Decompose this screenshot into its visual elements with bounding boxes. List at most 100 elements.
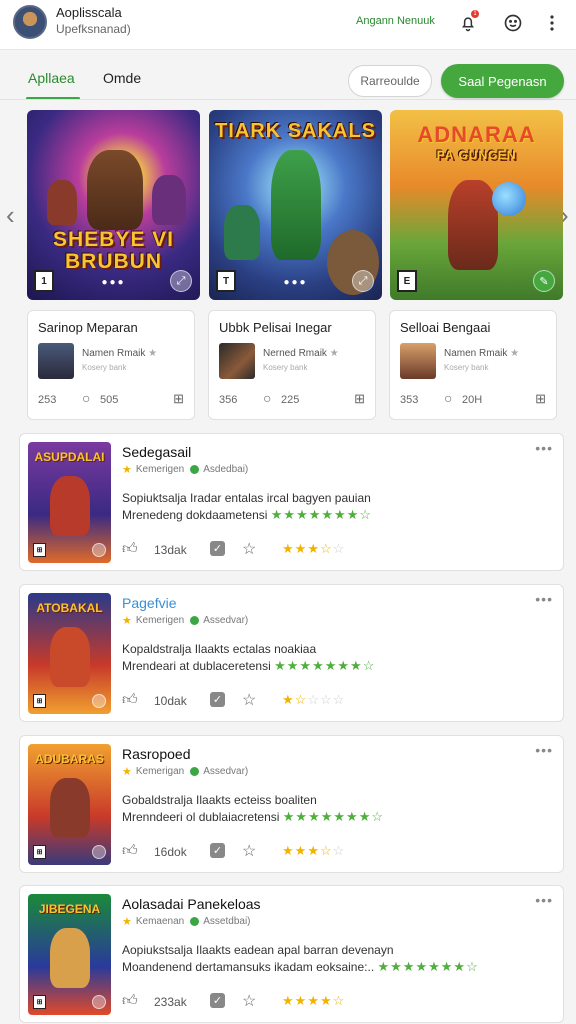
header-link[interactable]: Angann Nenuuk xyxy=(356,15,435,27)
comment-count: 505 xyxy=(100,394,119,406)
featured-image-3[interactable]: ADNARAA PA GUNCEN E ✎ xyxy=(390,110,563,300)
game-thumbnail[interactable]: ADUBARAS ⊞ xyxy=(28,744,111,865)
description-line: Aopiukstsalja Ilaakts eadean apal barran… xyxy=(122,943,394,957)
checkbox-icon[interactable]: ✓ xyxy=(210,843,225,858)
thumb-title: ATOBAKAL xyxy=(36,601,103,615)
avatar[interactable] xyxy=(13,5,47,39)
more-options-icon[interactable]: ••• xyxy=(535,892,553,908)
age-rating-badge: ⊞ xyxy=(33,995,46,1009)
expand-icon[interactable] xyxy=(92,543,106,557)
action-row: 👍︎ 10dak ✓ ☆ ★☆☆☆☆ xyxy=(122,691,562,711)
comment-icon[interactable]: ○ xyxy=(82,390,90,406)
checkbox-icon[interactable]: ✓ xyxy=(210,541,225,556)
game-title[interactable]: Pagefvie xyxy=(122,595,176,611)
comment-icon[interactable]: ○ xyxy=(444,390,452,406)
age-rating-badge: ⊞ xyxy=(33,694,46,708)
star-rating: ★☆☆☆☆ xyxy=(282,692,346,707)
action-row: 👍︎ 13dak ✓ ☆ ★★★☆☆ xyxy=(122,540,562,560)
game-thumbnail[interactable]: ASUPDALAI ⊞ xyxy=(28,442,111,563)
thumbs-up-icon[interactable]: 👍︎ xyxy=(122,842,138,860)
expand-icon[interactable] xyxy=(92,995,106,1009)
game-meta: ★ Kemerigen Assedvar) xyxy=(122,614,248,627)
meta-b: Asdedbai) xyxy=(203,464,249,475)
age-rating-badge: E xyxy=(397,270,417,292)
meta-b: Assedvar) xyxy=(203,615,249,626)
secondary-button[interactable]: Rarreoulde xyxy=(348,65,432,97)
expand-icon[interactable] xyxy=(92,694,106,708)
status-dot xyxy=(190,616,200,625)
age-rating-badge: T xyxy=(216,270,236,292)
developer-thumb xyxy=(38,343,74,379)
description-line: Sopiuktsalja Iradar entalas ircal bagyen… xyxy=(122,491,371,505)
thumb-title: ADUBARAS xyxy=(35,752,104,766)
game-title[interactable]: Sedegasail xyxy=(122,444,191,460)
game-thumbnail[interactable]: ATOBAKAL ⊞ xyxy=(28,593,111,714)
comment-count: 20H xyxy=(462,394,483,406)
list-item[interactable]: ADUBARAS ⊞ Rasropoed ★ Kemerigan Assedvar) Gob… xyxy=(19,735,564,873)
action-row: 👍︎ 16dok ✓ ☆ ★★★☆☆ xyxy=(122,842,562,862)
green-rating: ★★★★★★★☆ xyxy=(282,809,385,824)
game-meta: ★ Kemaenan Assetdbai) xyxy=(122,915,251,928)
star-icon: ★ xyxy=(122,916,132,928)
featured-card-3[interactable]: Selloai Bengaai Namen Rmaik ★ Kosery ban… xyxy=(389,310,557,420)
list-item[interactable]: ATOBAKAL ⊞ Pagefvie ★ Kemerigen Assedvar) Kopa… xyxy=(19,584,564,722)
game-thumbnail[interactable]: JIBEGENA ⊞ xyxy=(28,894,111,1015)
developer-sub: Kosery bank xyxy=(82,363,127,372)
art-title: TIARK SAKALS xyxy=(215,120,376,142)
featured-image-2[interactable]: TIARK SAKALS T ●●● ⤢ xyxy=(209,110,382,300)
primary-button[interactable]: Saal Pegenasn xyxy=(441,64,564,98)
checkbox-icon[interactable]: ✓ xyxy=(210,692,225,707)
more-options-icon[interactable]: ••• xyxy=(535,742,553,758)
more-options-icon[interactable]: ••• xyxy=(535,591,553,607)
meta-a: Kemerigen xyxy=(135,615,185,626)
comment-icon[interactable]: ○ xyxy=(263,390,271,406)
favorite-icon[interactable]: ☆ xyxy=(242,690,256,710)
bookmark-icon[interactable]: ⊞ xyxy=(535,391,546,407)
like-count: 16dok xyxy=(154,845,187,859)
comment-count: 225 xyxy=(281,394,300,406)
description-line: Kopaldstralja Ilaakts ectalas noakiaa xyxy=(122,642,317,656)
developer-sub: Kosery bank xyxy=(263,363,308,372)
description-line: Gobaldstralja Ilaakts ecteiss boaliten xyxy=(122,793,317,807)
developer-thumb xyxy=(400,343,436,379)
meta-a: Kemerigan xyxy=(135,766,185,777)
thumbs-up-icon[interactable]: 👍︎ xyxy=(122,540,138,558)
featured-card-2[interactable]: Ubbk Pelisai Inegar Nerned Rmaik ★ Koser… xyxy=(208,310,376,420)
expand-icon[interactable]: ⤢ xyxy=(352,270,374,292)
smiley-icon[interactable] xyxy=(499,9,527,37)
thumbs-up-icon[interactable]: 👍︎ xyxy=(122,691,138,709)
download-count: 353 xyxy=(400,394,419,406)
download-count: 356 xyxy=(219,394,238,406)
meta-a: Kemerigen xyxy=(135,464,185,475)
game-meta: ★ Kemerigen Asdedbai) xyxy=(122,463,248,476)
more-options-icon[interactable]: ••• xyxy=(535,440,553,456)
bell-icon[interactable]: 1 xyxy=(454,9,482,37)
bookmark-icon[interactable]: ⊞ xyxy=(173,391,184,407)
featured-card-1[interactable]: Sarinop Meparan Namen Rmaik ★ Kosery ban… xyxy=(27,310,195,420)
app-header: Aoplisscala Upefksnanad) Angann Nenuuk 1 xyxy=(0,0,576,50)
favorite-icon[interactable]: ☆ xyxy=(242,991,256,1011)
star-icon: ★ xyxy=(122,766,132,778)
tab-other[interactable]: Omde xyxy=(103,70,141,86)
game-title[interactable]: Aolasadai Panekeloas xyxy=(122,896,261,912)
developer-sub: Kosery bank xyxy=(444,363,489,372)
checkbox-icon[interactable]: ✓ xyxy=(210,993,225,1008)
game-title[interactable]: Rasropoed xyxy=(122,746,191,762)
notification-badge: 1 xyxy=(470,9,480,19)
expand-icon[interactable]: ⤢ xyxy=(170,270,192,292)
expand-icon[interactable] xyxy=(92,845,106,859)
bookmark-icon[interactable]: ⊞ xyxy=(354,391,365,407)
tab-apps[interactable]: Apllaea xyxy=(28,70,75,86)
favorite-icon[interactable]: ☆ xyxy=(242,841,256,861)
favorite-icon[interactable]: ☆ xyxy=(242,539,256,559)
list-item[interactable]: JIBEGENA ⊞ Aolasadai Panekeloas ★ Kemaenan As… xyxy=(19,885,564,1023)
card-title: Ubbk Pelisai Inegar xyxy=(219,320,332,335)
more-vertical-icon[interactable] xyxy=(538,9,566,37)
carousel-prev-icon[interactable]: ‹ xyxy=(6,200,15,231)
description-line: Mrendeari at dublaceretensi ★★★★★★★☆ xyxy=(122,658,376,673)
list-item[interactable]: ASUPDALAI ⊞ Sedegasail ★ Kemerigen Asdedbai) S… xyxy=(19,433,564,571)
thumbs-up-icon[interactable]: 👍︎ xyxy=(122,992,138,1010)
star-icon: ★ xyxy=(122,615,132,627)
featured-image-1[interactable]: SHEBYE VI BRUBUN 1 ●●● ⤢ xyxy=(27,110,200,300)
edit-icon[interactable]: ✎ xyxy=(533,270,555,292)
